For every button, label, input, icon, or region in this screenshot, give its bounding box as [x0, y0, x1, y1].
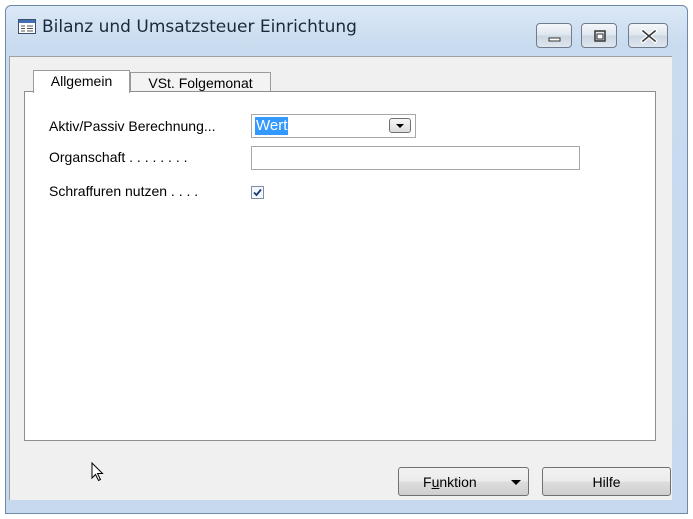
tab-panel-allgemein: Aktiv/Passiv Berechnung... Wert Organsch…: [24, 91, 656, 441]
aktiv-passiv-value: Wert: [255, 117, 289, 135]
hilfe-button-label: Hilfe: [592, 474, 621, 490]
maximize-icon: [594, 30, 606, 42]
window-title: Bilanz und Umsatzsteuer Einrichtung: [42, 17, 357, 37]
minimize-icon: [548, 37, 561, 42]
chevron-down-icon: [511, 480, 521, 485]
maximize-button[interactable]: [581, 23, 617, 48]
aktiv-passiv-select[interactable]: Wert: [251, 114, 416, 138]
checkmark-icon: [253, 188, 262, 197]
close-button[interactable]: [628, 23, 668, 48]
schraffuren-checkbox[interactable]: [251, 186, 264, 199]
close-icon: [640, 28, 658, 44]
tab-allgemein[interactable]: Allgemein: [33, 70, 130, 93]
minimize-button[interactable]: [536, 23, 572, 48]
mouse-pointer-icon: [91, 462, 104, 482]
chevron-down-icon: [396, 124, 404, 128]
form-window-icon: [18, 19, 36, 34]
organschaft-input[interactable]: [251, 146, 580, 170]
organschaft-label: Organschaft . . . . . . . .: [49, 149, 188, 165]
schraffuren-label: Schraffuren nutzen . . . .: [49, 183, 199, 199]
hilfe-button[interactable]: Hilfe: [542, 467, 671, 496]
funktion-button-label: Funktion: [423, 474, 477, 490]
title-bar[interactable]: Bilanz und Umsatzsteuer Einrichtung: [6, 6, 687, 48]
aktiv-passiv-label: Aktiv/Passiv Berechnung...: [49, 118, 216, 134]
funktion-button[interactable]: Funktion: [398, 467, 529, 496]
dropdown-button[interactable]: [389, 118, 411, 133]
